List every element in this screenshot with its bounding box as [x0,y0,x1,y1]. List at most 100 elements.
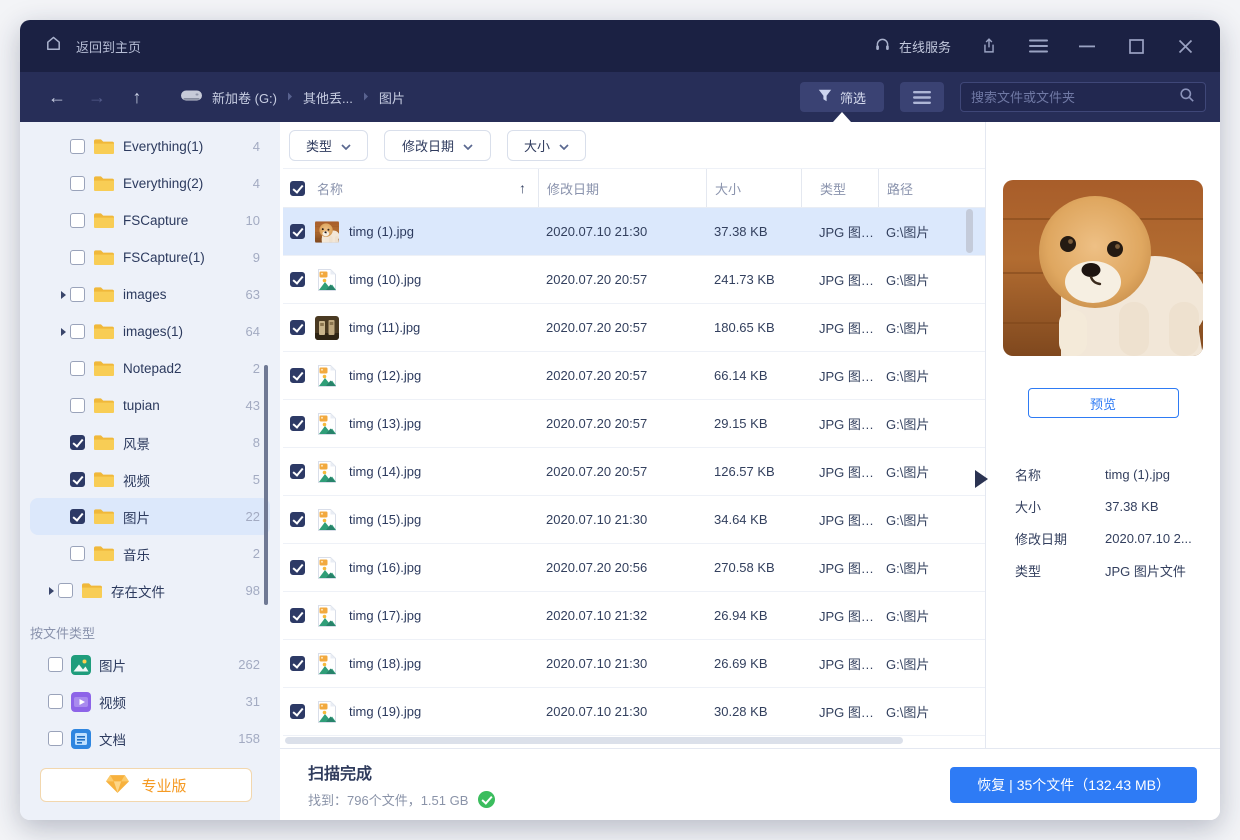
expand-arrow-icon[interactable] [61,328,66,336]
sidebar-folder-item[interactable]: 图片22 [30,498,270,535]
sidebar-folder-item[interactable]: 音乐2 [30,535,270,572]
search-input[interactable] [971,90,1179,105]
file-path: G:\图片 [878,702,968,721]
forward-arrow-button[interactable]: → [86,87,108,108]
sidebar-folder-item[interactable]: images(1)64 [30,313,270,350]
filter-button[interactable]: 筛选 [800,82,884,112]
file-row[interactable]: timg (17).jpg2020.07.10 21:3226.94 KBJPG… [283,592,985,640]
sidebar-folder-item[interactable]: 视频5 [30,461,270,498]
sidebar-folder-item[interactable]: Everything(2)4 [30,165,270,202]
folder-checkbox[interactable] [70,361,85,376]
preview-button[interactable]: 预览 [1028,388,1179,418]
file-row[interactable]: timg (16).jpg2020.07.20 20:56270.58 KBJP… [283,544,985,592]
file-row[interactable]: timg (14).jpg2020.07.20 20:57126.57 KBJP… [283,448,985,496]
horizontal-scrollbar[interactable] [285,737,903,744]
filter-chip[interactable]: 大小 [507,130,586,161]
row-checkbox[interactable] [290,608,305,623]
type-checkbox[interactable] [48,731,63,746]
folder-icon [93,138,115,155]
column-header-name[interactable]: 名称 ↑ [283,169,538,207]
column-header-size[interactable]: 大小 [706,169,801,207]
back-to-home-button[interactable]: 返回到主页 [44,34,141,58]
share-button[interactable] [978,35,1000,57]
online-service-label: 在线服务 [899,37,951,56]
folder-checkbox[interactable] [70,509,85,524]
folder-checkbox[interactable] [70,213,85,228]
row-checkbox[interactable] [290,512,305,527]
folder-checkbox[interactable] [70,435,85,450]
row-checkbox[interactable] [290,368,305,383]
row-checkbox[interactable] [290,272,305,287]
type-checkbox[interactable] [48,657,63,672]
sidebar-folder-item[interactable]: tupian43 [30,387,270,424]
expand-arrow-icon[interactable] [49,587,54,595]
sidebar-scrollbar[interactable] [264,365,268,605]
row-checkbox[interactable] [290,704,305,719]
sidebar-folder-item[interactable]: FSCapture(1)9 [30,239,270,276]
folder-icon [93,508,115,525]
app-window: 返回到主页 在线服务 [20,20,1220,820]
vertical-scrollbar[interactable] [966,209,973,253]
sidebar-folder-item[interactable]: images63 [30,276,270,313]
file-type-filter-item[interactable]: 图片262 [30,646,270,683]
sidebar-folder-item[interactable]: 存在文件98 [30,572,270,609]
row-checkbox[interactable] [290,224,305,239]
file-row[interactable]: timg (12).jpg2020.07.20 20:5766.14 KBJPG… [283,352,985,400]
row-checkbox[interactable] [290,416,305,431]
panel-collapse-handle[interactable] [975,470,988,488]
recover-button[interactable]: 恢复 | 35个文件（132.43 MB） [950,767,1197,803]
breadcrumb-segment[interactable]: 图片 [379,88,405,107]
menu-button[interactable] [1027,35,1049,57]
file-row[interactable]: timg (18).jpg2020.07.10 21:3026.69 KBJPG… [283,640,985,688]
folder-icon [93,323,115,340]
minimize-button[interactable] [1076,35,1098,57]
column-header-type[interactable]: 类型 [801,169,878,207]
breadcrumb-segment[interactable]: 其他丢... [303,88,353,107]
maximize-button[interactable] [1125,35,1147,57]
folder-checkbox[interactable] [70,398,85,413]
file-row[interactable]: timg (15).jpg2020.07.10 21:3034.64 KBJPG… [283,496,985,544]
select-all-checkbox[interactable] [290,181,305,196]
folder-checkbox[interactable] [70,139,85,154]
sidebar-folder-item[interactable]: Everything(1)4 [30,128,270,165]
column-header-path[interactable]: 路径 [878,169,968,207]
back-arrow-button[interactable]: ← [46,87,68,108]
filter-chip[interactable]: 修改日期 [384,130,491,161]
column-header-date[interactable]: 修改日期 [538,169,706,207]
sidebar-folder-item[interactable]: 风景8 [30,424,270,461]
filter-chip[interactable]: 类型 [289,130,368,161]
file-row[interactable]: timg (10).jpg2020.07.20 20:57241.73 KBJP… [283,256,985,304]
file-path: G:\图片 [878,510,968,529]
folder-checkbox[interactable] [58,583,73,598]
folder-checkbox[interactable] [70,546,85,561]
file-date: 2020.07.10 21:30 [538,512,706,527]
online-service-button[interactable]: 在线服务 [874,36,951,56]
row-checkbox[interactable] [290,320,305,335]
sort-ascending-icon[interactable]: ↑ [519,180,526,196]
folder-checkbox[interactable] [70,472,85,487]
close-button[interactable] [1174,35,1196,57]
row-checkbox[interactable] [290,656,305,671]
file-row[interactable]: timg (11).jpg2020.07.20 20:57180.65 KBJP… [283,304,985,352]
folder-checkbox[interactable] [70,250,85,265]
file-type-filter-item[interactable]: 视频31 [30,683,270,720]
type-checkbox[interactable] [48,694,63,709]
view-mode-button[interactable] [900,82,944,112]
row-checkbox[interactable] [290,560,305,575]
file-row[interactable]: timg (1).jpg2020.07.10 21:3037.38 KBJPG … [283,208,985,256]
jpg-file-icon [315,508,339,532]
pro-version-button[interactable]: 专业版 [40,768,252,802]
up-arrow-button[interactable]: ↑ [126,87,148,108]
file-row[interactable]: timg (19).jpg2020.07.10 21:3030.28 KBJPG… [283,688,985,736]
row-checkbox[interactable] [290,464,305,479]
file-row[interactable]: timg (13).jpg2020.07.20 20:5729.15 KBJPG… [283,400,985,448]
breadcrumb-segment[interactable]: 新加卷 (G:) [180,88,277,107]
file-size: 29.15 KB [706,416,801,431]
file-type-filter-item[interactable]: 文档158 [30,720,270,757]
folder-checkbox[interactable] [70,324,85,339]
expand-arrow-icon[interactable] [61,291,66,299]
sidebar-folder-item[interactable]: FSCapture10 [30,202,270,239]
folder-checkbox[interactable] [70,176,85,191]
folder-checkbox[interactable] [70,287,85,302]
sidebar-folder-item[interactable]: Notepad22 [30,350,270,387]
